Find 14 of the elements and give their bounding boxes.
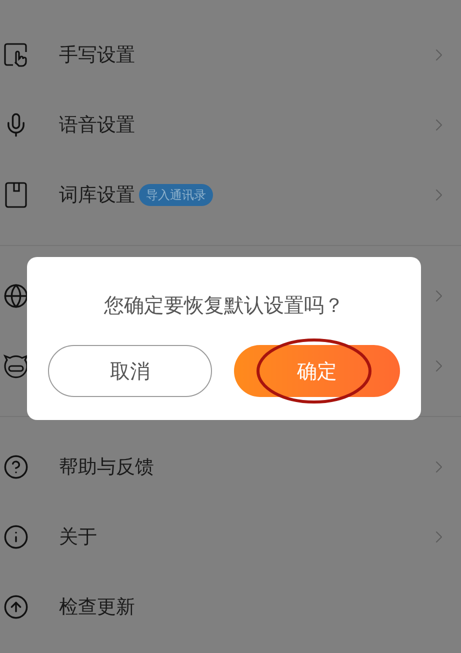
item-label: 关于 [59,524,97,550]
item-label: 检查更新 [59,594,135,620]
item-label: 语音设置 [59,112,135,138]
notebook-icon [5,182,27,208]
item-label: 词库设置 [59,182,135,208]
item-label: 帮助与反馈 [59,454,154,480]
item-label: 手写设置 [59,42,135,68]
cancel-button[interactable]: 取消 [48,345,212,397]
globe-icon [3,283,29,309]
import-badge: 导入通讯录 [139,184,213,206]
info-icon [3,524,29,550]
touch-icon [3,42,29,68]
help-icon [3,454,29,480]
dialog-message: 您确定要恢复默认设置吗？ [104,292,344,319]
